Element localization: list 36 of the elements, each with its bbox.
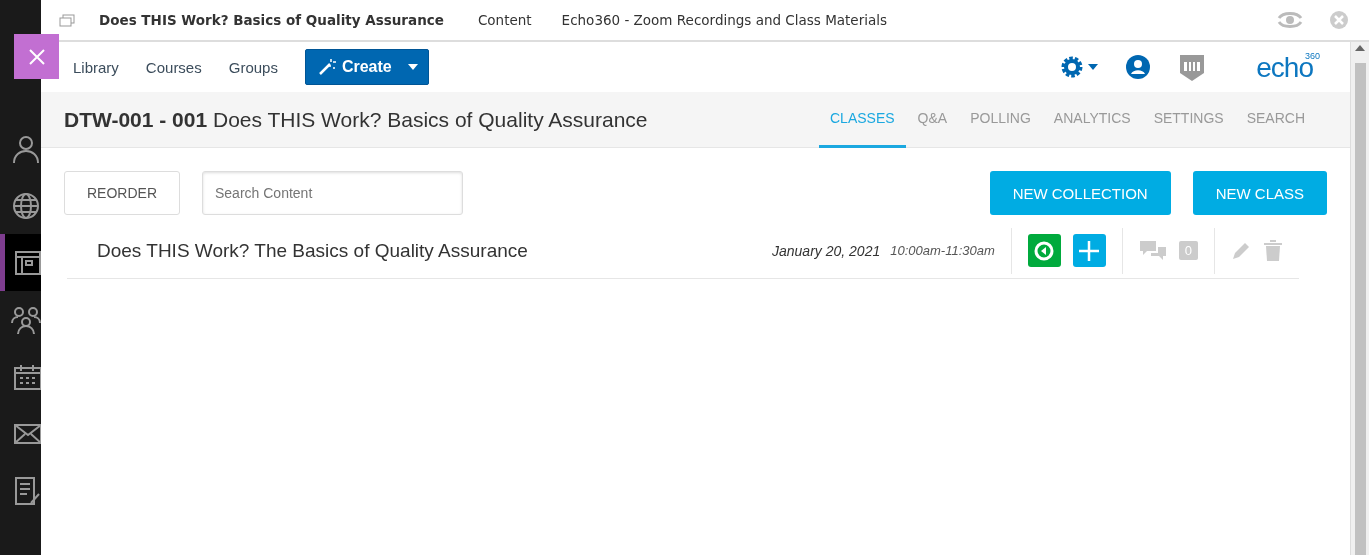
mail-icon — [13, 421, 41, 446]
reorder-button[interactable]: REORDER — [64, 171, 180, 215]
add-button[interactable] — [1072, 234, 1106, 267]
class-time: 10:00am-11:30am — [890, 243, 995, 258]
create-button[interactable]: Create — [304, 49, 429, 85]
nav-link[interactable]: Groups — [228, 58, 278, 76]
scrollbar-thumb[interactable] — [1354, 63, 1366, 555]
search-field[interactable]: Search Content — [202, 171, 463, 215]
settings-icon[interactable] — [1060, 55, 1099, 79]
close-icon — [27, 47, 46, 66]
caret-icon — [407, 64, 418, 70]
breadcrumb[interactable]: Content — [477, 12, 532, 28]
play-button[interactable] — [1027, 234, 1061, 267]
scroll-up-icon[interactable] — [1355, 45, 1365, 51]
calendar-icon — [13, 362, 41, 391]
plus-icon — [1078, 239, 1101, 262]
group-icon — [11, 304, 41, 335]
play-icon — [1034, 240, 1055, 261]
shield-icon[interactable] — [1178, 52, 1207, 82]
globe-icon — [11, 190, 41, 221]
close-button[interactable] — [14, 34, 59, 79]
nav-link[interactable]: Courses — [145, 58, 202, 76]
breadcrumb[interactable]: Echo360 - Zoom Recordings and Class Materials — [561, 12, 888, 28]
sidebar-item[interactable] — [0, 234, 41, 291]
person-icon — [11, 133, 41, 164]
windows-icon — [59, 13, 75, 27]
class-date: January 20, 2021 — [772, 242, 881, 259]
document-icon — [13, 475, 41, 506]
magic-wand-icon — [317, 58, 336, 76]
nav-link[interactable]: Library — [73, 58, 119, 76]
frame-title: Does THIS Work? Basics of Quality Assurance — [99, 12, 444, 28]
echo-logo: echo$^{360}$ — [1256, 50, 1320, 84]
course-title: DTW-001 - 001 Does THIS Work? Basics of Quality Assurance — [64, 107, 648, 132]
class-title[interactable]: Does THIS Work? The Basics of Quality Assurance — [97, 239, 772, 262]
window-icon — [13, 248, 41, 277]
account-icon[interactable] — [1126, 55, 1151, 79]
